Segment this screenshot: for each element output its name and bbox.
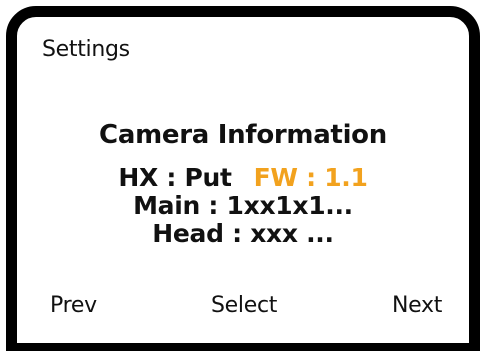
next-button[interactable]: Next — [392, 293, 442, 318]
hx-value: HX : Put — [118, 163, 232, 192]
prev-button[interactable]: Prev — [50, 293, 97, 318]
main-value: Main : 1xx1x1... — [133, 191, 353, 220]
camera-info-block: HX : Put FW : 1.1 Main : 1xx1x1... Head :… — [17, 164, 469, 248]
hx-fw-line: HX : Put FW : 1.1 — [17, 164, 469, 192]
fw-version: FW : 1.1 — [253, 163, 368, 192]
camera-information-heading: Camera Information — [99, 120, 387, 150]
screen-title: Settings — [42, 37, 130, 62]
head-value: Head : xxx ... — [152, 219, 334, 248]
softkey-bar: Prev Select Next — [17, 293, 469, 323]
device-screen: Settings Camera Information HX : Put FW :… — [6, 6, 480, 351]
select-button[interactable]: Select — [211, 293, 277, 318]
